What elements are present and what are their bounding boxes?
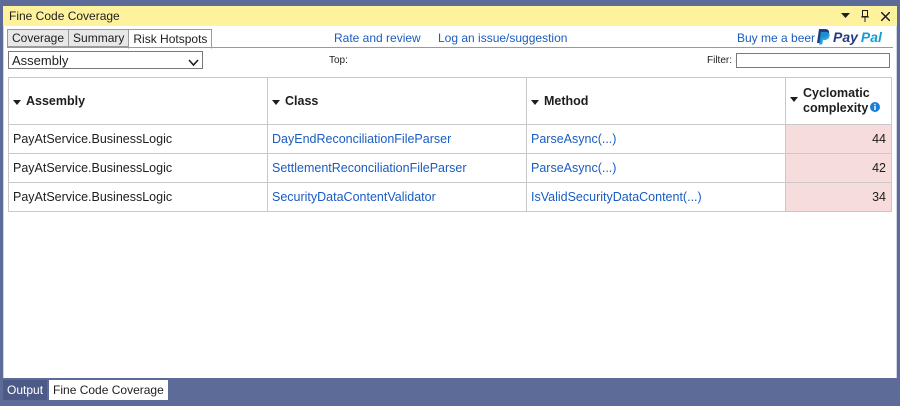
header-method[interactable]: Method — [526, 77, 786, 125]
table-header-row: Assembly Class Method Cyclomatic complex… — [8, 77, 892, 125]
table-row: PayAtService.BusinessLogic DayEndReconci… — [8, 124, 892, 154]
group-by-value: Assembly — [12, 52, 69, 68]
cell-assembly: PayAtService.BusinessLogic — [8, 124, 268, 154]
paypal-text-pay: Pay — [833, 29, 858, 45]
sort-down-icon — [13, 94, 21, 108]
header-cyclomatic-complexity[interactable]: Cyclomatic complexity — [785, 77, 892, 125]
header-assembly[interactable]: Assembly — [8, 77, 268, 125]
pin-icon[interactable] — [859, 10, 871, 22]
close-icon[interactable] — [879, 10, 891, 22]
cell-method-link[interactable]: ParseAsync(...) — [526, 153, 786, 183]
filter-label: Filter: — [707, 55, 732, 66]
window-title: Fine Code Coverage — [9, 9, 120, 23]
dropdown-icon[interactable] — [839, 10, 851, 22]
tab-risk-hotspots[interactable]: Risk Hotspots — [128, 29, 213, 49]
sort-down-icon — [272, 94, 280, 108]
cell-class-link[interactable]: SettlementReconciliationFileParser — [267, 153, 527, 183]
sort-down-icon — [790, 91, 798, 106]
report-tabs: Coverage Summary Risk Hotspots — [7, 29, 213, 49]
header-method-label: Method — [544, 93, 589, 108]
table-row: PayAtService.BusinessLogic SettlementRec… — [8, 153, 892, 183]
rate-review-link[interactable]: Rate and review — [334, 31, 421, 45]
tab-divider — [7, 47, 893, 48]
table-row: PayAtService.BusinessLogic SecurityDataC… — [8, 182, 892, 212]
header-class-label: Class — [285, 93, 319, 108]
top-label: Top: — [329, 55, 348, 66]
filter-input[interactable] — [736, 53, 890, 68]
tab-coverage[interactable]: Coverage — [7, 29, 70, 47]
title-controls — [839, 6, 891, 26]
chevron-down-icon — [188, 55, 199, 70]
info-icon[interactable] — [870, 101, 881, 116]
bottom-tab-output[interactable]: Output — [3, 380, 48, 400]
header-cc-line1: Cyclomatic — [803, 85, 870, 100]
cell-assembly: PayAtService.BusinessLogic — [8, 182, 268, 212]
paypal-text-pal: Pal — [860, 29, 882, 45]
risk-hotspots-table: Assembly Class Method Cyclomatic complex… — [8, 77, 892, 212]
cell-assembly: PayAtService.BusinessLogic — [8, 153, 268, 183]
sort-down-icon — [531, 94, 539, 108]
header-cc-line2: complexity — [803, 100, 869, 115]
bottom-tab-strip: Output Fine Code Coverage — [3, 380, 170, 400]
title-bar: Fine Code Coverage — [3, 6, 897, 26]
cell-complexity: 42 — [785, 153, 892, 183]
header-assembly-label: Assembly — [26, 93, 86, 108]
cell-method-link[interactable]: IsValidSecurityDataContent(...) — [526, 182, 786, 212]
tab-summary[interactable]: Summary — [68, 29, 130, 47]
log-issue-link[interactable]: Log an issue/suggestion — [438, 31, 567, 45]
buy-beer-link[interactable]: Buy me a beer — [737, 31, 815, 45]
header-class[interactable]: Class — [267, 77, 527, 125]
tool-window-content: Coverage Summary Risk Hotspots Rate and … — [3, 26, 897, 378]
cell-method-link[interactable]: ParseAsync(...) — [526, 124, 786, 154]
cell-class-link[interactable]: DayEndReconciliationFileParser — [267, 124, 527, 154]
bottom-tab-fine-code-coverage[interactable]: Fine Code Coverage — [49, 380, 168, 400]
paypal-logo[interactable]: Pay Pal — [816, 29, 882, 45]
cell-class-link[interactable]: SecurityDataContentValidator — [267, 182, 527, 212]
tool-window: Fine Code Coverage Coverage Summary Risk… — [0, 0, 900, 380]
cell-complexity: 44 — [785, 124, 892, 154]
paypal-icon — [817, 29, 830, 45]
cell-complexity: 34 — [785, 182, 892, 212]
group-by-select[interactable]: Assembly — [8, 51, 203, 69]
